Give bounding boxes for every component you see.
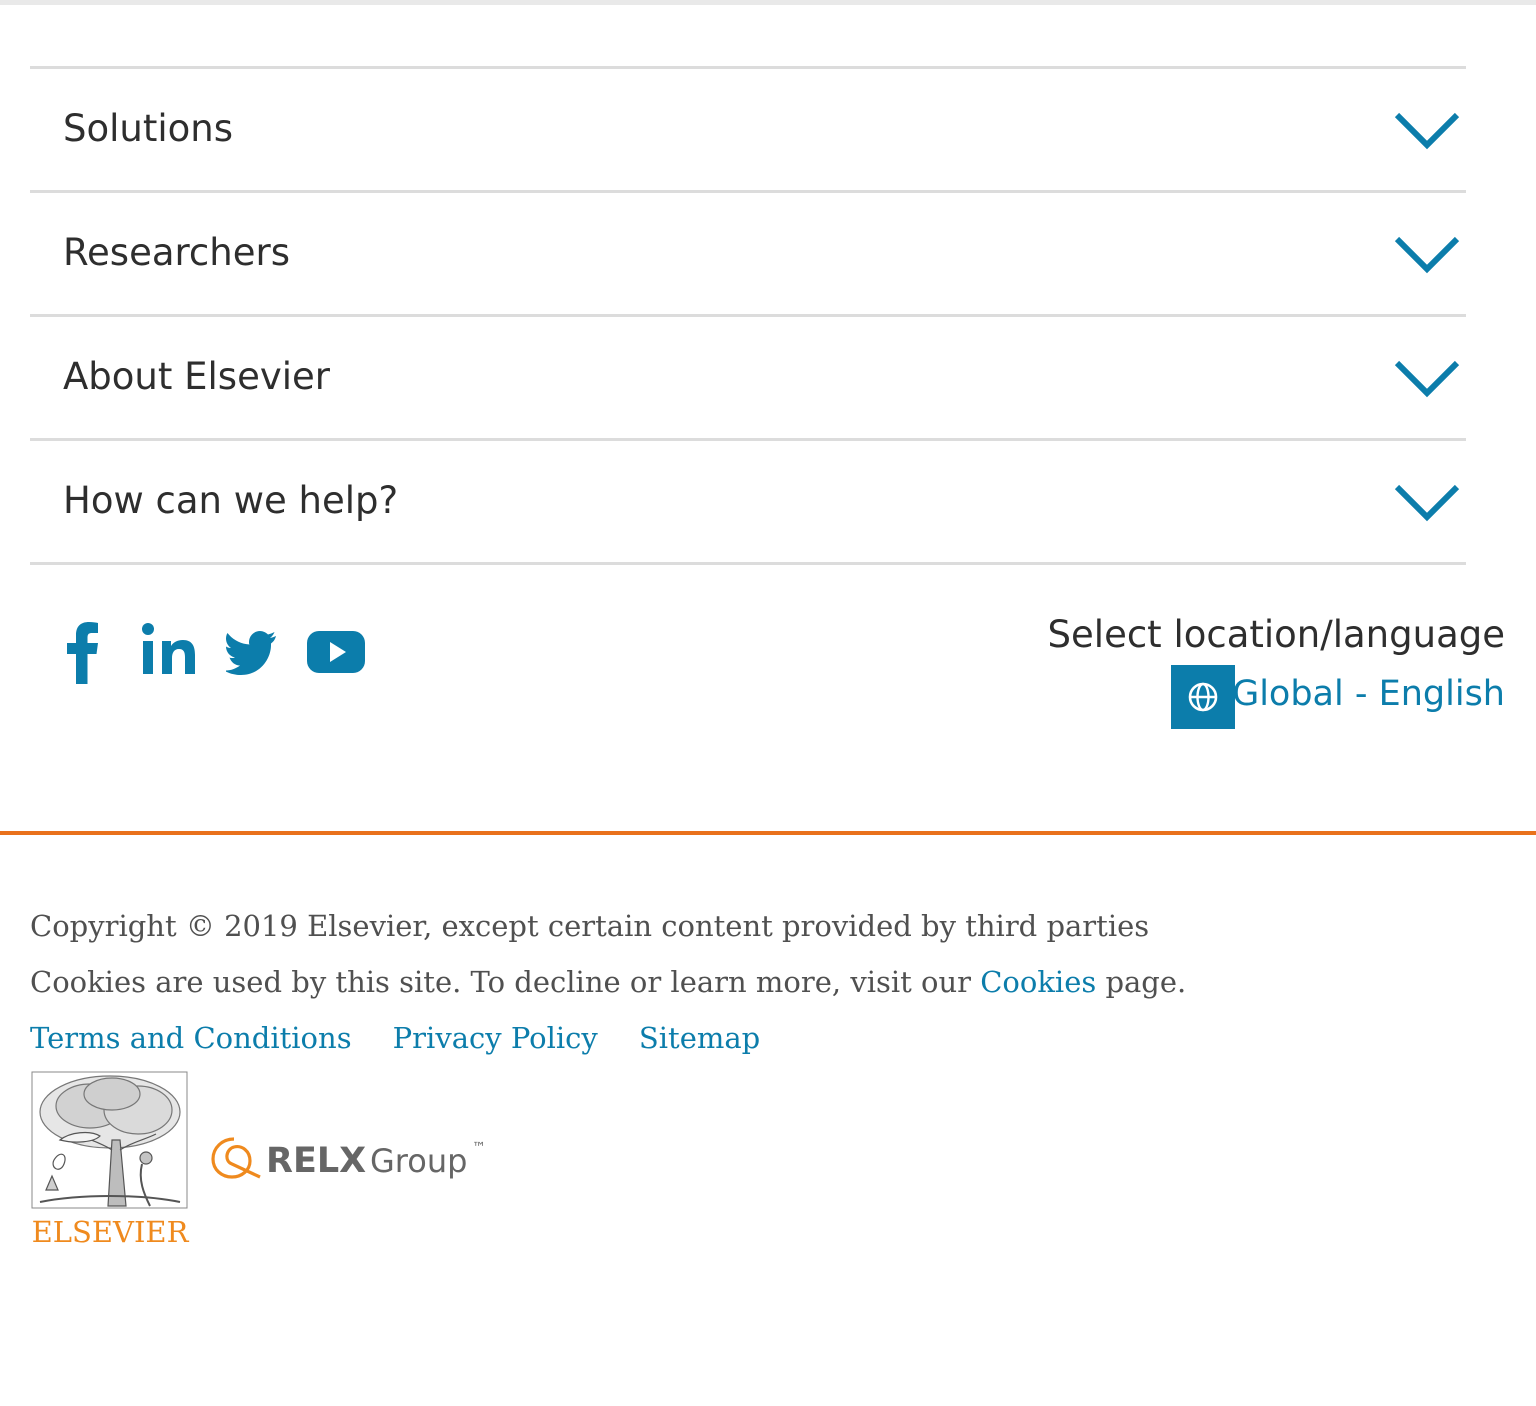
elsevier-logo[interactable]: ELSEVIER [30,1070,190,1250]
elsevier-wordmark: ELSEVIER [32,1215,190,1249]
accordion-item-researchers[interactable]: Researchers [30,190,1466,314]
chevron-down-icon [1394,236,1460,274]
relx-group-wordmark: Group [370,1142,467,1180]
accordion-label: Researchers [63,231,290,274]
location-language-title: Select location/language [1047,613,1505,656]
current-location-link[interactable]: Global - English [1232,669,1505,719]
copyright-text: Copyright © 2019 Elsevier, except certai… [30,909,1150,943]
footer-divider [0,831,1536,835]
accordion-label: About Elsevier [63,355,331,398]
privacy-link[interactable]: Privacy Policy [393,1021,598,1055]
relx-swirl-icon [211,1137,261,1179]
accordion-label: Solutions [63,107,234,150]
sitemap-link[interactable]: Sitemap [639,1021,760,1055]
top-border [0,0,1536,5]
cookies-prefix: Cookies are used by this site. To declin… [30,965,972,999]
linkedin-icon[interactable] [140,620,202,684]
terms-link[interactable]: Terms and Conditions [30,1021,352,1055]
accordion-label: How can we help? [63,479,399,522]
cookies-link[interactable]: Cookies [980,965,1096,999]
cookies-suffix: page. [1105,965,1187,999]
social-links [60,620,380,684]
trademark-symbol: ™ [472,1140,486,1156]
accordion-item-how-can-we-help[interactable]: How can we help? [30,438,1466,565]
twitter-icon[interactable] [226,620,278,684]
location-language-button[interactable] [1171,665,1235,729]
accordion-item-solutions[interactable]: Solutions [30,66,1466,190]
relx-wordmark: RELX [266,1141,366,1181]
globe-icon [1188,682,1218,712]
footer-links: Terms and Conditions Privacy Policy Site… [30,1018,796,1058]
facebook-icon[interactable] [60,620,110,684]
footer-accordion: Solutions Researchers About Elsevier How… [30,66,1466,565]
youtube-icon[interactable] [306,620,366,684]
chevron-down-icon [1394,360,1460,398]
relx-group-logo[interactable]: RELX Group ™ [210,1132,500,1188]
accordion-item-about-elsevier[interactable]: About Elsevier [30,314,1466,438]
chevron-down-icon [1394,112,1460,150]
cookies-notice: Cookies are used by this site. To declin… [30,962,1186,1002]
elsevier-tree-emblem [31,1071,188,1209]
chevron-down-icon [1394,484,1460,522]
